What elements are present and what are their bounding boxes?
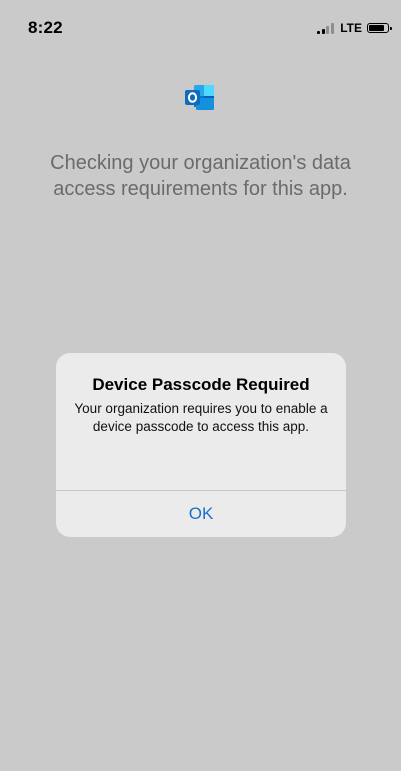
battery-level bbox=[369, 25, 385, 31]
passcode-alert-dialog: Device Passcode Required Your organizati… bbox=[56, 353, 346, 537]
status-bar: 8:22 LTE bbox=[0, 0, 401, 50]
cellular-signal-icon bbox=[317, 22, 335, 34]
status-indicators: LTE bbox=[317, 21, 392, 35]
network-type: LTE bbox=[340, 21, 362, 35]
status-time: 8:22 bbox=[28, 18, 63, 37]
outlook-icon bbox=[185, 85, 214, 110]
battery-icon bbox=[367, 23, 392, 33]
alert-title: Device Passcode Required bbox=[92, 375, 310, 394]
ok-button[interactable]: OK bbox=[56, 491, 346, 537]
alert-message: Your organization requires you to enable… bbox=[74, 401, 328, 434]
checking-message: Checking your organization's data access… bbox=[50, 152, 351, 200]
alert-body: Device Passcode Required Your organizati… bbox=[56, 353, 346, 469]
